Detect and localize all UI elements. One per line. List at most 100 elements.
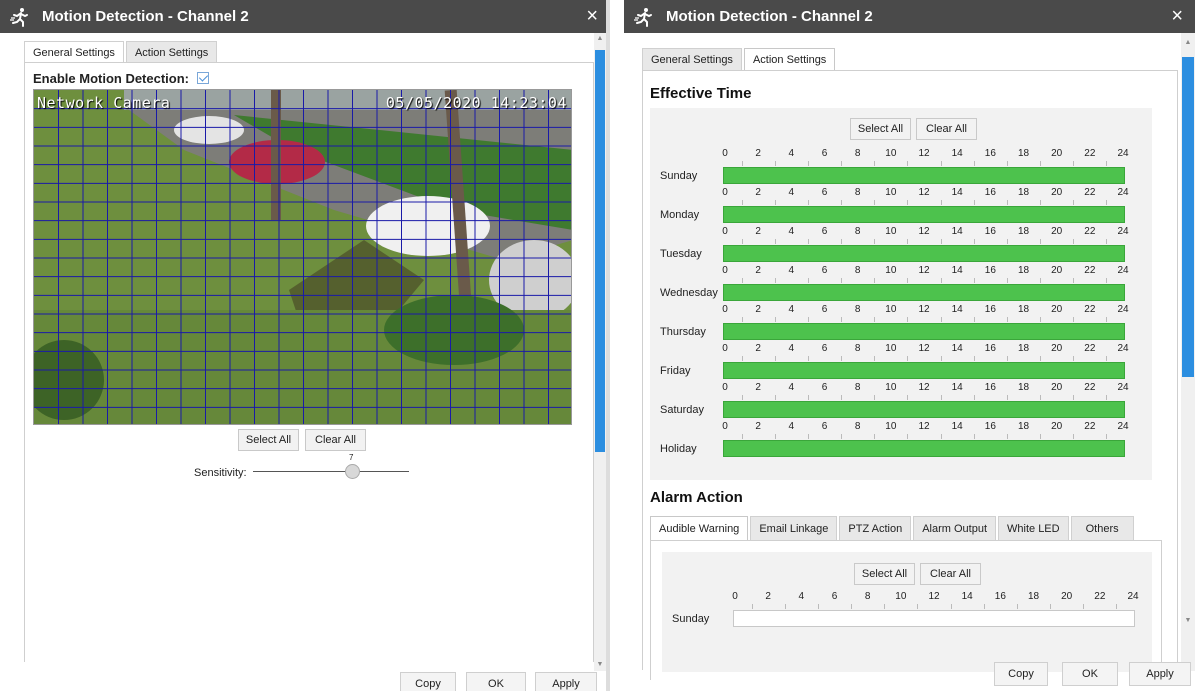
schedule-select-all-button[interactable]: Select All	[850, 118, 911, 140]
ok-button[interactable]: OK	[466, 672, 526, 691]
hour-label: 22	[1084, 187, 1096, 198]
hour-minor-tick	[874, 200, 876, 205]
audible-select-all-button[interactable]: Select All	[854, 563, 915, 585]
hour-label: 10	[885, 148, 897, 159]
close-icon[interactable]: ×	[586, 4, 598, 28]
hour-label: 24	[1117, 265, 1129, 276]
tab-general-settings[interactable]: General Settings	[24, 41, 124, 63]
day-label: Friday	[660, 365, 691, 377]
schedule-bar[interactable]	[723, 362, 1125, 379]
hour-minor-tick	[1073, 317, 1075, 322]
select-all-button[interactable]: Select All	[238, 429, 299, 451]
schedule-clear-all-button[interactable]: Clear All	[916, 118, 977, 140]
hour-minor-tick	[907, 161, 909, 166]
day-label: Tuesday	[660, 248, 702, 260]
hour-label: 24	[1117, 148, 1129, 159]
hour-label: 4	[788, 265, 795, 276]
copy-button[interactable]: Copy	[994, 662, 1048, 686]
sensitivity-slider[interactable]: 7	[253, 453, 409, 480]
scroll-down-icon[interactable]: ▼	[1181, 615, 1195, 627]
apply-button[interactable]: Apply	[535, 672, 597, 691]
tab-audible-warning[interactable]: Audible Warning	[650, 516, 749, 541]
tab-alarm-output[interactable]: Alarm Output	[913, 516, 997, 541]
hour-minor-tick	[973, 395, 975, 400]
schedule-bar[interactable]	[723, 245, 1125, 262]
tab-email-linkage[interactable]: Email Linkage	[750, 516, 838, 541]
scroll-up-icon[interactable]: ▲	[1181, 37, 1195, 49]
hour-minor-tick	[841, 161, 843, 166]
day-label: Sunday	[672, 613, 710, 625]
hour-label: 14	[951, 265, 963, 276]
day-label: Wednesday	[660, 287, 718, 299]
hour-minor-tick	[1006, 434, 1008, 439]
copy-button[interactable]: Copy	[400, 672, 456, 691]
schedule-row-sunday: 0 2 4 6 8 10 12 14 16 18 20 22 24 Sunday	[650, 148, 1152, 188]
camera-datetime-osd: 05/05/2020 14:23:04	[385, 94, 567, 112]
hour-label: 2	[755, 265, 761, 276]
hour-minor-tick	[1040, 356, 1042, 361]
hour-minor-tick	[807, 434, 809, 439]
schedule-bar[interactable]	[723, 440, 1125, 457]
hour-minor-tick	[1040, 434, 1042, 439]
vertical-scrollbar[interactable]: ▲ ▼	[1181, 33, 1195, 671]
tab-others[interactable]: Others	[1070, 516, 1134, 541]
scrollbar-thumb[interactable]	[595, 50, 605, 452]
hour-label: 6	[821, 148, 828, 159]
hour-minor-tick	[973, 317, 975, 322]
effective-time-title: Effective Time	[650, 85, 752, 102]
hour-label: 20	[1051, 265, 1063, 276]
day-label: Thursday	[660, 326, 706, 338]
camera-preview[interactable]: Network Camera 05/05/2020 14:23:04	[33, 89, 572, 425]
schedule-bar[interactable]	[723, 323, 1125, 340]
hour-label: 6	[821, 187, 828, 198]
hour-label: 16	[984, 226, 996, 237]
window-divider	[606, 0, 610, 691]
apply-button[interactable]: Apply	[1129, 662, 1191, 686]
hour-minor-tick	[874, 434, 876, 439]
hour-label: 22	[1084, 226, 1096, 237]
slider-track	[253, 471, 409, 472]
motion-detection-icon	[10, 8, 28, 27]
vertical-scrollbar[interactable]: ▲ ▼	[594, 33, 606, 671]
close-icon[interactable]: ×	[1171, 4, 1183, 28]
hour-label: 2	[755, 304, 761, 315]
hour-minor-tick	[741, 434, 743, 439]
hour-minor-tick	[907, 278, 909, 283]
schedule-bar[interactable]	[723, 284, 1125, 301]
ok-button[interactable]: OK	[1062, 662, 1118, 686]
hour-label: 6	[821, 304, 828, 315]
hour-minor-tick	[851, 604, 853, 609]
scrollbar-thumb[interactable]	[1182, 57, 1194, 377]
schedule-bar[interactable]	[723, 401, 1125, 418]
hour-label: 2	[755, 226, 761, 237]
tab-action-settings[interactable]: Action Settings	[743, 48, 836, 71]
clear-all-button[interactable]: Clear All	[305, 429, 366, 451]
tab-action-settings[interactable]: Action Settings	[125, 41, 218, 63]
hour-label: 22	[1084, 265, 1096, 276]
hour-minor-tick	[741, 161, 743, 166]
hour-minor-tick	[940, 239, 942, 244]
hour-label: 2	[755, 382, 761, 393]
tab-white-led[interactable]: White LED	[998, 516, 1069, 541]
audible-clear-all-button[interactable]: Clear All	[920, 563, 981, 585]
hour-scale: 0 2 4 6 8 10 12 14 16 18 20 22 24	[722, 304, 1129, 322]
tab-ptz-action[interactable]: PTZ Action	[839, 516, 912, 541]
schedule-bar[interactable]	[723, 167, 1125, 184]
hour-minor-tick	[1006, 317, 1008, 322]
tab-general-settings[interactable]: General Settings	[642, 48, 742, 70]
slider-handle[interactable]	[345, 464, 360, 479]
dialog-title: Motion Detection - Channel 2	[42, 8, 249, 25]
hour-minor-tick	[1006, 239, 1008, 244]
hour-label: 10	[885, 343, 897, 354]
hour-label: 12	[918, 382, 930, 393]
enable-motion-checkbox[interactable]	[196, 72, 209, 84]
hour-label: 16	[984, 421, 996, 432]
scroll-up-icon[interactable]: ▲	[594, 33, 606, 45]
schedule-bar[interactable]	[723, 206, 1125, 223]
hour-minor-tick	[1073, 356, 1075, 361]
scroll-down-icon[interactable]: ▼	[594, 659, 606, 671]
hour-minor-tick	[1073, 395, 1075, 400]
schedule-bar[interactable]	[733, 610, 1135, 627]
hour-minor-tick	[807, 161, 809, 166]
hour-minor-tick	[741, 200, 743, 205]
